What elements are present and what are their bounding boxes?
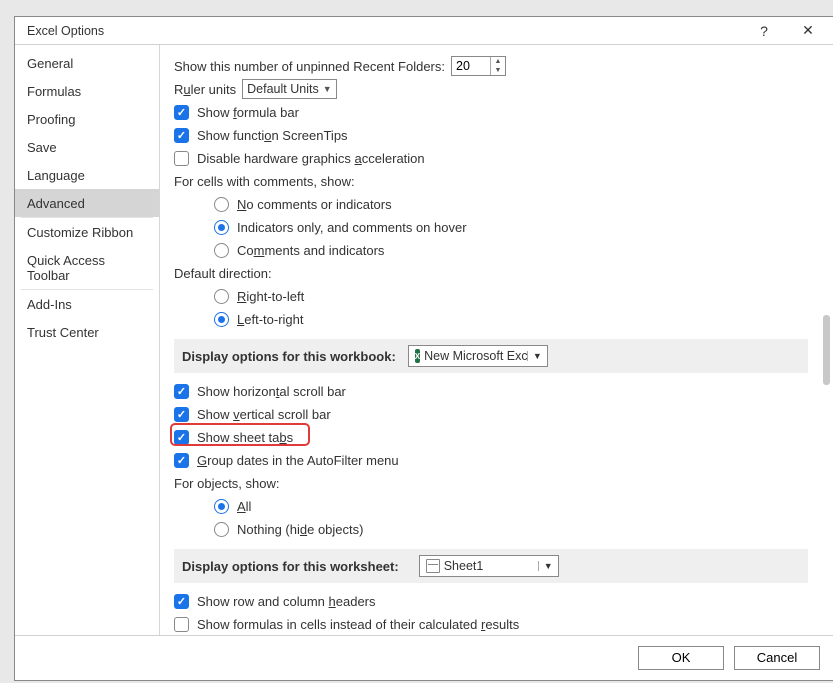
h-scroll-row: ✓ Show horizontal scroll bar: [174, 381, 808, 401]
close-button[interactable]: ✕: [786, 22, 830, 39]
ruler-units-row: Ruler units Default Units ▼: [174, 79, 808, 99]
direction-rtl-radio[interactable]: [214, 289, 229, 304]
spinner-arrows[interactable]: ▲▼: [490, 57, 505, 75]
workbook-dropdown[interactable]: XNew Microsoft Exc... ▼: [408, 345, 548, 367]
disable-hw-row: Disable hardware graphics acceleration: [174, 148, 808, 168]
recent-folders-spinner[interactable]: ▲▼: [451, 56, 506, 76]
formulas-checkbox[interactable]: [174, 617, 189, 632]
dialog-footer: OK Cancel: [15, 636, 833, 680]
sidebar-item-quick-access-toolbar[interactable]: Quick Access Toolbar: [15, 246, 159, 289]
chevron-down-icon: ▼: [527, 351, 547, 361]
objects-all-row: All: [174, 496, 808, 516]
v-scroll-row: ✓ Show vertical scroll bar: [174, 404, 808, 424]
sidebar-item-general[interactable]: General: [15, 49, 159, 77]
sidebar-item-add-ins[interactable]: Add-Ins: [15, 290, 159, 318]
sheet-tabs-row: ✓ Show sheet tabs: [174, 427, 808, 447]
sheet-icon: [426, 559, 440, 573]
formulas-row: Show formulas in cells instead of their …: [174, 614, 808, 634]
comments-indicators-radio[interactable]: [214, 220, 229, 235]
h-scroll-checkbox[interactable]: ✓: [174, 384, 189, 399]
workbook-section-header: Display options for this workbook: XNew …: [174, 339, 808, 373]
objects-nothing-radio[interactable]: [214, 522, 229, 537]
recent-folders-input[interactable]: [452, 57, 490, 75]
scrollbar-thumb[interactable]: [823, 315, 830, 385]
recent-folders-row: Show this number of unpinned Recent Fold…: [174, 56, 808, 76]
direction-ltr-radio[interactable]: [214, 312, 229, 327]
excel-icon: X: [415, 349, 420, 363]
options-sidebar: GeneralFormulasProofingSaveLanguageAdvan…: [15, 45, 160, 635]
group-dates-checkbox[interactable]: ✓: [174, 453, 189, 468]
sidebar-item-formulas[interactable]: Formulas: [15, 77, 159, 105]
options-content[interactable]: Show this number of unpinned Recent Fold…: [160, 45, 833, 635]
objects-all-radio[interactable]: [214, 499, 229, 514]
objects-nothing-row: Nothing (hide objects): [174, 519, 808, 539]
sidebar-item-trust-center[interactable]: Trust Center: [15, 318, 159, 346]
worksheet-section-header: Display options for this worksheet: Shee…: [174, 549, 808, 583]
sidebar-item-proofing[interactable]: Proofing: [15, 105, 159, 133]
sidebar-item-customize-ribbon[interactable]: Customize Ribbon: [15, 218, 159, 246]
direction-label: Default direction:: [174, 263, 808, 283]
show-screentips-checkbox[interactable]: ✓: [174, 128, 189, 143]
show-screentips-row: ✓ Show function ScreenTips: [174, 125, 808, 145]
v-scroll-checkbox[interactable]: ✓: [174, 407, 189, 422]
ruler-units-dropdown[interactable]: Default Units ▼: [242, 79, 336, 99]
show-formula-bar-checkbox[interactable]: ✓: [174, 105, 189, 120]
titlebar: Excel Options ? ✕: [15, 17, 833, 45]
chevron-down-icon: ▼: [323, 84, 332, 94]
sidebar-item-save[interactable]: Save: [15, 133, 159, 161]
help-button[interactable]: ?: [742, 23, 786, 39]
direction-rtl-row: Right-to-left: [174, 286, 808, 306]
ok-button[interactable]: OK: [638, 646, 724, 670]
headers-row: ✓ Show row and column headers: [174, 591, 808, 611]
comments-none-row: No comments or indicators: [174, 194, 808, 214]
group-dates-row: ✓ Group dates in the AutoFilter menu: [174, 450, 808, 470]
show-formula-bar-row: ✓ Show formula bar: [174, 102, 808, 122]
chevron-down-icon: ▼: [538, 561, 558, 571]
comments-indicators-row: Indicators only, and comments on hover: [174, 217, 808, 237]
sidebar-item-advanced[interactable]: Advanced: [15, 189, 159, 217]
disable-hw-checkbox[interactable]: [174, 151, 189, 166]
cancel-button[interactable]: Cancel: [734, 646, 820, 670]
dialog-title: Excel Options: [27, 24, 742, 38]
headers-checkbox[interactable]: ✓: [174, 594, 189, 609]
direction-ltr-row: Left-to-right: [174, 309, 808, 329]
sidebar-item-language[interactable]: Language: [15, 161, 159, 189]
sheet-tabs-checkbox[interactable]: ✓: [174, 430, 189, 445]
comments-none-radio[interactable]: [214, 197, 229, 212]
worksheet-dropdown[interactable]: Sheet1 ▼: [419, 555, 559, 577]
comments-both-radio[interactable]: [214, 243, 229, 258]
objects-label: For objects, show:: [174, 473, 808, 493]
comments-both-row: Comments and indicators: [174, 240, 808, 260]
excel-options-dialog: Excel Options ? ✕ GeneralFormulasProofin…: [14, 16, 833, 681]
comments-label: For cells with comments, show:: [174, 171, 808, 191]
